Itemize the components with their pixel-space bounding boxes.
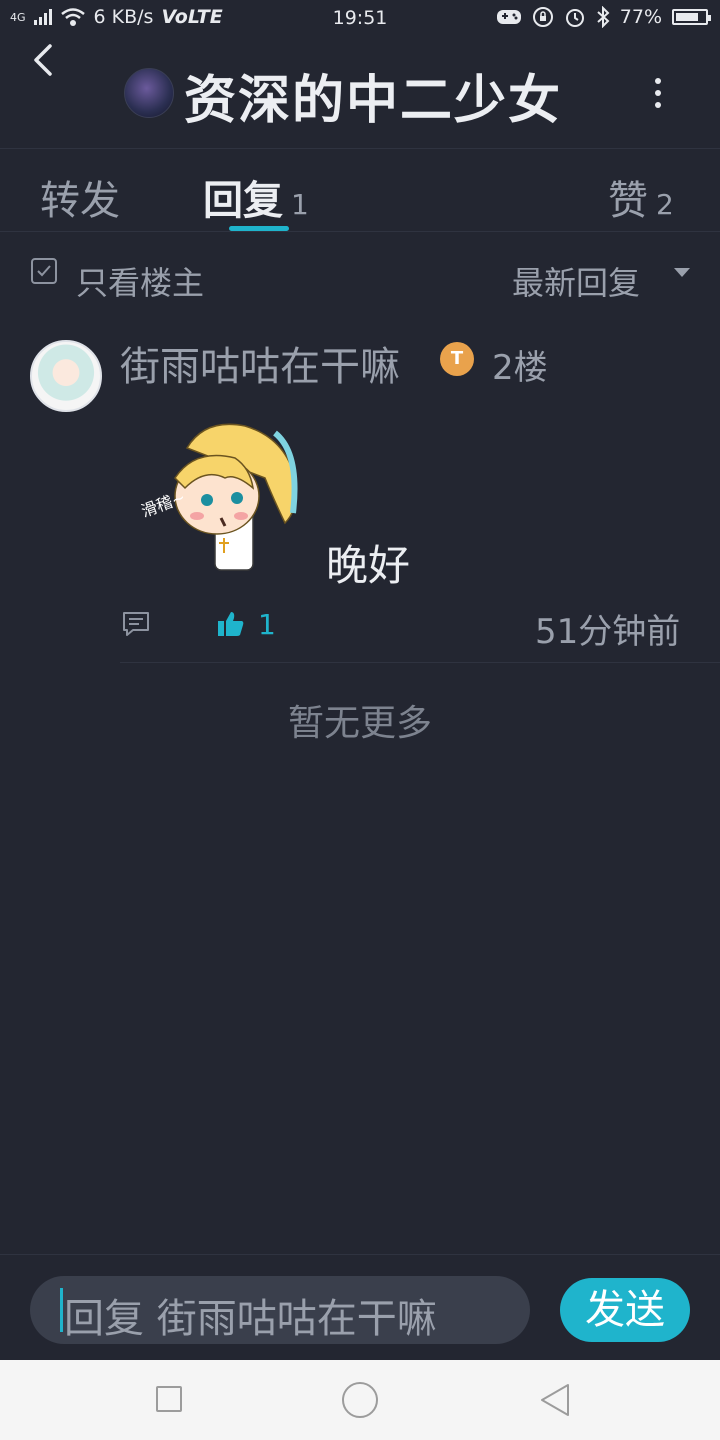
text-cursor bbox=[60, 1288, 63, 1332]
tab-label: 转发 bbox=[40, 178, 120, 224]
user-avatar[interactable] bbox=[30, 340, 102, 412]
tab-likes[interactable]: 赞2 bbox=[608, 168, 674, 226]
caret-down-icon[interactable] bbox=[674, 268, 690, 277]
like-count: 1 bbox=[258, 608, 276, 641]
reply-text: 晚好 bbox=[326, 541, 411, 590]
home-button[interactable] bbox=[342, 1382, 378, 1418]
send-button[interactable]: 发送 bbox=[560, 1278, 690, 1342]
status-right: 77% bbox=[496, 6, 711, 28]
level-badge: T bbox=[440, 342, 474, 376]
rotation-lock-icon bbox=[532, 7, 553, 27]
reply-placeholder: 回复 街雨咕咕在干嘛 bbox=[64, 1296, 437, 1342]
sort-dropdown[interactable]: 最新回复 bbox=[512, 258, 640, 304]
floor-number: 2楼 bbox=[492, 348, 548, 388]
battery-fill bbox=[676, 13, 698, 21]
triangle-back-icon bbox=[541, 1384, 569, 1416]
chevron-left-icon bbox=[34, 44, 52, 76]
check-icon bbox=[37, 265, 51, 277]
battery-percent: 77% bbox=[619, 6, 662, 28]
post-divider bbox=[120, 662, 720, 663]
tab-label: 回复 bbox=[203, 178, 283, 224]
username[interactable]: 街雨咕咕在干嘛 bbox=[120, 334, 400, 392]
tab-label: 赞 bbox=[608, 178, 648, 224]
thumbs-up-icon bbox=[218, 612, 244, 636]
gamepad-icon bbox=[496, 10, 521, 24]
alarm-icon bbox=[565, 9, 584, 27]
like-button[interactable] bbox=[216, 609, 246, 643]
bluetooth-icon bbox=[597, 6, 610, 28]
sticker-image: 滑稽~ bbox=[135, 418, 310, 578]
reply-input[interactable]: 回复 街雨咕咕在干嘛 bbox=[30, 1276, 530, 1344]
reply-bar-divider bbox=[0, 1254, 720, 1255]
tab-reply[interactable]: 回复 1 bbox=[203, 168, 309, 226]
page-title: 资深的中二少女 bbox=[184, 71, 563, 131]
post-time: 51分钟前 bbox=[535, 612, 681, 652]
no-more-text: 暂无更多 bbox=[287, 703, 432, 744]
back-button[interactable] bbox=[30, 40, 56, 84]
more-options-icon[interactable] bbox=[655, 78, 661, 108]
author-avatar[interactable] bbox=[124, 68, 174, 118]
tab-count: 1 bbox=[291, 188, 309, 221]
only-op-checkbox[interactable] bbox=[31, 258, 57, 284]
comment-button[interactable] bbox=[121, 610, 151, 642]
comment-icon bbox=[123, 612, 149, 636]
recent-apps-button[interactable] bbox=[156, 1386, 182, 1412]
tab-count: 2 bbox=[656, 188, 674, 221]
only-op-label[interactable]: 只看楼主 bbox=[76, 258, 204, 304]
nav-back-button[interactable] bbox=[538, 1382, 572, 1422]
tabs-divider bbox=[0, 231, 720, 232]
tab-forward[interactable]: 转发 bbox=[40, 168, 120, 226]
battery-icon bbox=[672, 9, 711, 25]
sticker-drawing: 滑稽~ bbox=[139, 423, 298, 571]
header-divider bbox=[0, 148, 720, 149]
status-bar: 4G 6 KB/s VoLTE 19:51 77% bbox=[0, 0, 720, 36]
